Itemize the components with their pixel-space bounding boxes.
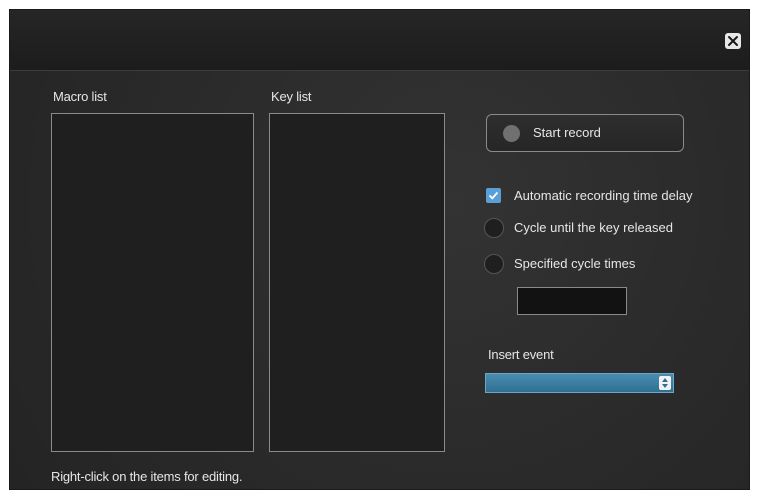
cycle-times-label: Specified cycle times [514,256,636,271]
checkmark-icon [488,191,499,200]
title-bar [10,10,749,71]
close-icon [728,36,738,46]
cycle-times-option[interactable]: Specified cycle times [484,254,684,274]
cycle-released-label: Cycle until the key released [514,220,673,235]
cycle-times-radio[interactable] [484,254,504,274]
key-list-label: Key list [271,89,312,104]
updown-arrows-icon [659,376,671,390]
cycle-released-radio[interactable] [484,218,504,238]
macro-list-label: Macro list [53,89,107,104]
insert-event-select[interactable] [485,373,674,393]
record-dot-icon [503,125,520,142]
close-button[interactable] [725,33,741,49]
auto-delay-label: Automatic recording time delay [514,188,693,203]
cycle-released-option[interactable]: Cycle until the key released [484,218,704,238]
start-record-button[interactable]: Start record [486,114,684,152]
auto-delay-checkbox[interactable] [486,188,501,203]
macro-list[interactable] [51,113,254,452]
key-list[interactable] [269,113,445,452]
auto-delay-option[interactable]: Automatic recording time delay [484,186,724,206]
cycle-times-input[interactable] [517,287,627,315]
editing-hint: Right-click on the items for editing. [51,469,243,484]
start-record-label: Start record [533,125,601,140]
macro-dialog: Macro list Key list Start record Automat… [10,10,749,489]
insert-event-label: Insert event [488,347,554,362]
